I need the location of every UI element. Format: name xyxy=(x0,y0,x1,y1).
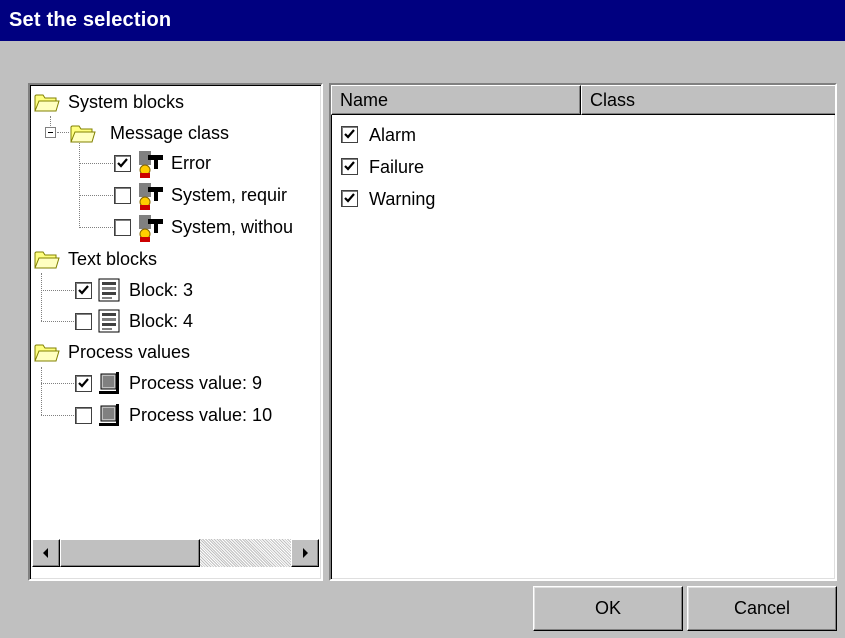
failure-checkbox[interactable] xyxy=(341,158,358,175)
tree-node-process-value-10[interactable]: Process value: 10 xyxy=(75,400,320,431)
column-header-name[interactable]: Name xyxy=(331,85,581,115)
tree-line xyxy=(41,367,42,415)
text-block-icon xyxy=(98,309,120,333)
text-block-icon xyxy=(98,278,120,302)
process-value-icon xyxy=(99,372,119,394)
title-bar: Set the selection xyxy=(0,0,845,41)
column-header-class[interactable]: Class xyxy=(581,85,835,115)
horizontal-scrollbar[interactable] xyxy=(32,539,319,567)
tree-node-system-blocks[interactable]: System blocks xyxy=(30,87,320,118)
check-icon xyxy=(78,378,89,388)
tree-node-block-4[interactable]: Block: 4 xyxy=(75,306,315,337)
tree-line xyxy=(41,321,74,322)
tree-line xyxy=(41,290,74,291)
tree-node-system-required[interactable]: System, requir xyxy=(114,180,321,211)
list-item-warning[interactable]: Warning xyxy=(341,183,821,215)
tree-line xyxy=(79,163,113,164)
folder-open-icon xyxy=(34,94,60,112)
scroll-right-button[interactable] xyxy=(291,539,319,567)
scrollbar-thumb[interactable] xyxy=(60,539,200,567)
selection-tree[interactable]: System blocks Message class Error System… xyxy=(28,83,323,581)
check-icon xyxy=(117,158,128,168)
check-icon xyxy=(344,193,355,203)
tree-line xyxy=(79,136,80,228)
system-without-checkbox[interactable] xyxy=(114,219,131,236)
tree-node-error[interactable]: Error xyxy=(114,148,321,179)
tree-line xyxy=(79,227,113,228)
check-icon xyxy=(78,285,89,295)
block-4-checkbox[interactable] xyxy=(75,313,92,330)
list-item-failure[interactable]: Failure xyxy=(341,151,821,183)
folder-open-icon xyxy=(34,344,60,362)
class-list[interactable]: Name Class Alarm Failure Warning xyxy=(329,83,837,581)
tree-line xyxy=(41,383,74,384)
process-value-9-checkbox[interactable] xyxy=(75,375,92,392)
window-title: Set the selection xyxy=(9,9,172,31)
collapse-toggle[interactable] xyxy=(45,127,56,138)
process-value-10-checkbox[interactable] xyxy=(75,407,92,424)
block-3-checkbox[interactable] xyxy=(75,282,92,299)
ok-button[interactable]: OK xyxy=(533,586,683,631)
message-class-icon xyxy=(139,151,163,178)
arrow-right-icon xyxy=(303,548,308,558)
tree-node-process-value-9[interactable]: Process value: 9 xyxy=(75,368,320,399)
error-checkbox[interactable] xyxy=(114,155,131,172)
tree-node-text-blocks[interactable]: Text blocks xyxy=(30,244,320,275)
check-icon xyxy=(344,161,355,171)
folder-open-icon xyxy=(34,251,60,269)
scroll-left-button[interactable] xyxy=(32,539,60,567)
folder-open-icon xyxy=(70,125,96,143)
system-required-checkbox[interactable] xyxy=(114,187,131,204)
tree-node-block-3[interactable]: Block: 3 xyxy=(75,275,315,306)
tree-line xyxy=(41,415,74,416)
tree-node-message-class[interactable]: Message class xyxy=(60,118,320,149)
alarm-checkbox[interactable] xyxy=(341,126,358,143)
message-class-icon xyxy=(139,183,163,210)
arrow-left-icon xyxy=(43,548,48,558)
list-item-alarm[interactable]: Alarm xyxy=(341,119,821,151)
process-value-icon xyxy=(99,404,119,426)
tree-node-system-without[interactable]: System, withou xyxy=(114,212,321,243)
cancel-button[interactable]: Cancel xyxy=(687,586,837,631)
tree-line xyxy=(41,273,42,321)
warning-checkbox[interactable] xyxy=(341,190,358,207)
check-icon xyxy=(344,129,355,139)
message-class-icon xyxy=(139,215,163,242)
tree-line xyxy=(79,195,113,196)
tree-node-process-values[interactable]: Process values xyxy=(30,337,320,368)
